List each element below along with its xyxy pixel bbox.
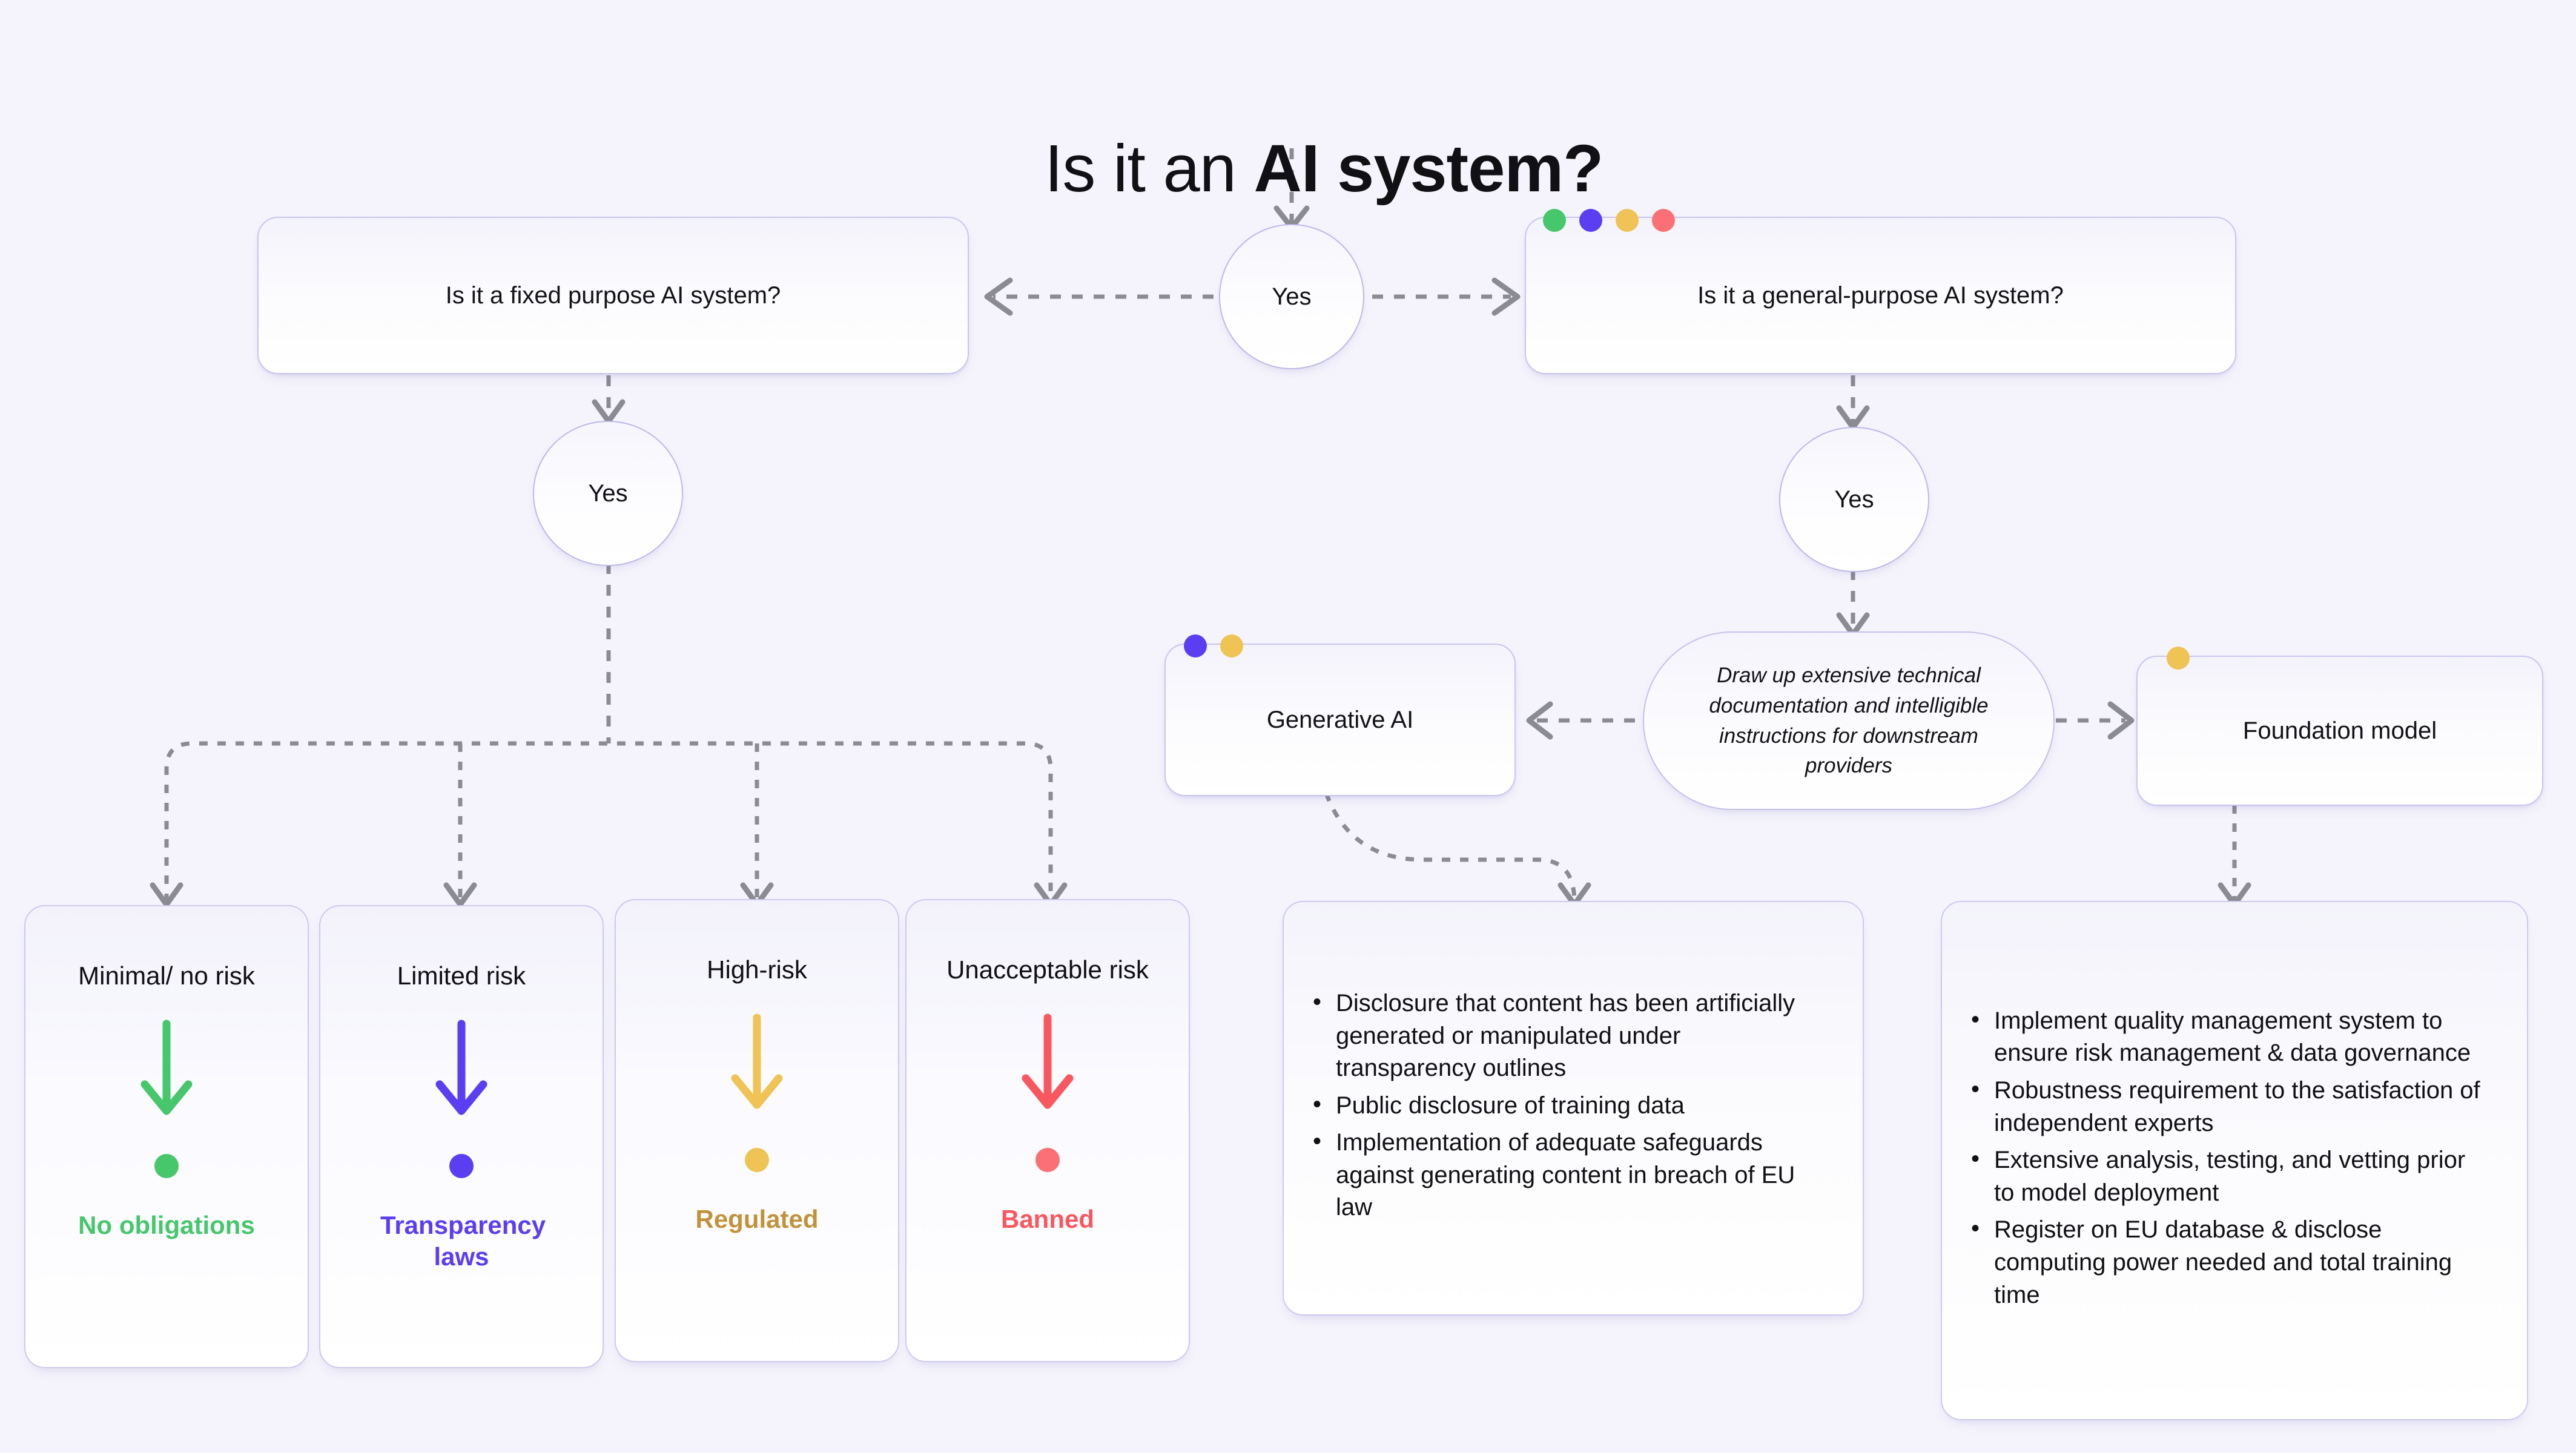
generative-ai-obligations-list: Disclosure that content has been artific… [1308,986,1824,1229]
risk-card-limited[interactable]: Limited risk Transparency laws [319,905,604,1368]
node-foundation-model-badges [2167,647,2190,670]
list-item: Disclosure that content has been artific… [1308,986,1824,1085]
list-item: Extensive analysis, testing, and vetting… [1966,1143,2492,1209]
node-fixed-purpose-label: Is it a fixed purpose AI system? [445,282,781,309]
node-generative-ai-label: Generative AI [1266,707,1414,733]
risk-card-title: Unacceptable risk [946,955,1149,984]
badge-dot-amber [1220,634,1243,657]
badge-dot-amber [1616,209,1639,232]
node-fixed-purpose[interactable]: Is it a fixed purpose AI system? [257,217,969,374]
decision-yes-left[interactable]: Yes [533,421,683,566]
risk-card-outcome: Transparency laws [380,1211,546,1271]
title-emphasis: AI system? [1253,131,1603,206]
risk-card-outcome: No obligations [78,1211,255,1240]
risk-card-high[interactable]: High-risk Regulated [615,899,899,1362]
generative-ai-obligations-card[interactable]: Disclosure that content has been artific… [1283,901,1864,1316]
risk-card-unacceptable[interactable]: Unacceptable risk Banned [905,899,1190,1362]
risk-card-outcome: Banned [1000,1205,1094,1234]
node-generative-ai[interactable]: Generative AI [1164,644,1516,796]
risk-card-outcome: Regulated [695,1205,819,1234]
node-technical-documentation-label: Draw up extensive technical documentatio… [1709,664,1989,778]
down-arrow-icon [139,1019,194,1125]
risk-card-dot [1035,1148,1060,1173]
decision-yes-top[interactable]: Yes [1219,224,1364,369]
badge-dot-red [1652,209,1675,232]
node-foundation-model[interactable]: Foundation model [2136,656,2543,806]
foundation-model-obligations-card[interactable]: Implement quality management system to e… [1941,901,2528,1420]
node-general-purpose-badges [1543,209,1675,232]
down-arrow-icon [729,1013,785,1119]
risk-card-dot [745,1148,769,1173]
node-general-purpose[interactable]: Is it a general-purpose AI system? [1525,217,2236,374]
node-technical-documentation[interactable]: Draw up extensive technical documentatio… [1643,631,2055,810]
risk-card-title: High-risk [707,955,807,984]
foundation-model-obligations-list: Implement quality management system to e… [1966,1004,2492,1316]
title-prefix: Is it an [1044,131,1254,206]
decision-yes-right-label: Yes [1834,486,1874,513]
decision-yes-right[interactable]: Yes [1779,427,1929,572]
decision-yes-top-label: Yes [1272,283,1312,310]
risk-card-minimal[interactable]: Minimal/ no risk No obligations [24,905,309,1368]
node-general-purpose-label: Is it a general-purpose AI system? [1697,282,2064,309]
badge-dot-green [1543,209,1566,232]
list-item: Register on EU database & disclose compu… [1966,1213,2492,1311]
badge-dot-purple [1579,209,1602,232]
node-foundation-model-label: Foundation model [2242,717,2437,744]
risk-card-title: Limited risk [397,961,526,990]
node-generative-ai-badges [1184,634,1243,657]
risk-card-dot [449,1154,474,1179]
list-item: Implementation of adequate safeguards ag… [1308,1125,1824,1224]
list-item: Implement quality management system to e… [1966,1004,2492,1070]
badge-dot-amber [2167,647,2190,670]
down-arrow-icon [1020,1013,1075,1119]
risk-card-dot [154,1154,179,1179]
flowchart-canvas: .w { stroke:#8b8b94; stroke-width:7; fil… [0,0,2576,1453]
risk-card-title: Minimal/ no risk [78,961,255,990]
list-item: Public disclosure of training data [1308,1089,1824,1122]
list-item: Robustness requirement to the satisfacti… [1966,1073,2492,1139]
down-arrow-icon [434,1019,489,1125]
badge-dot-purple [1184,634,1207,657]
decision-yes-left-label: Yes [588,479,628,507]
